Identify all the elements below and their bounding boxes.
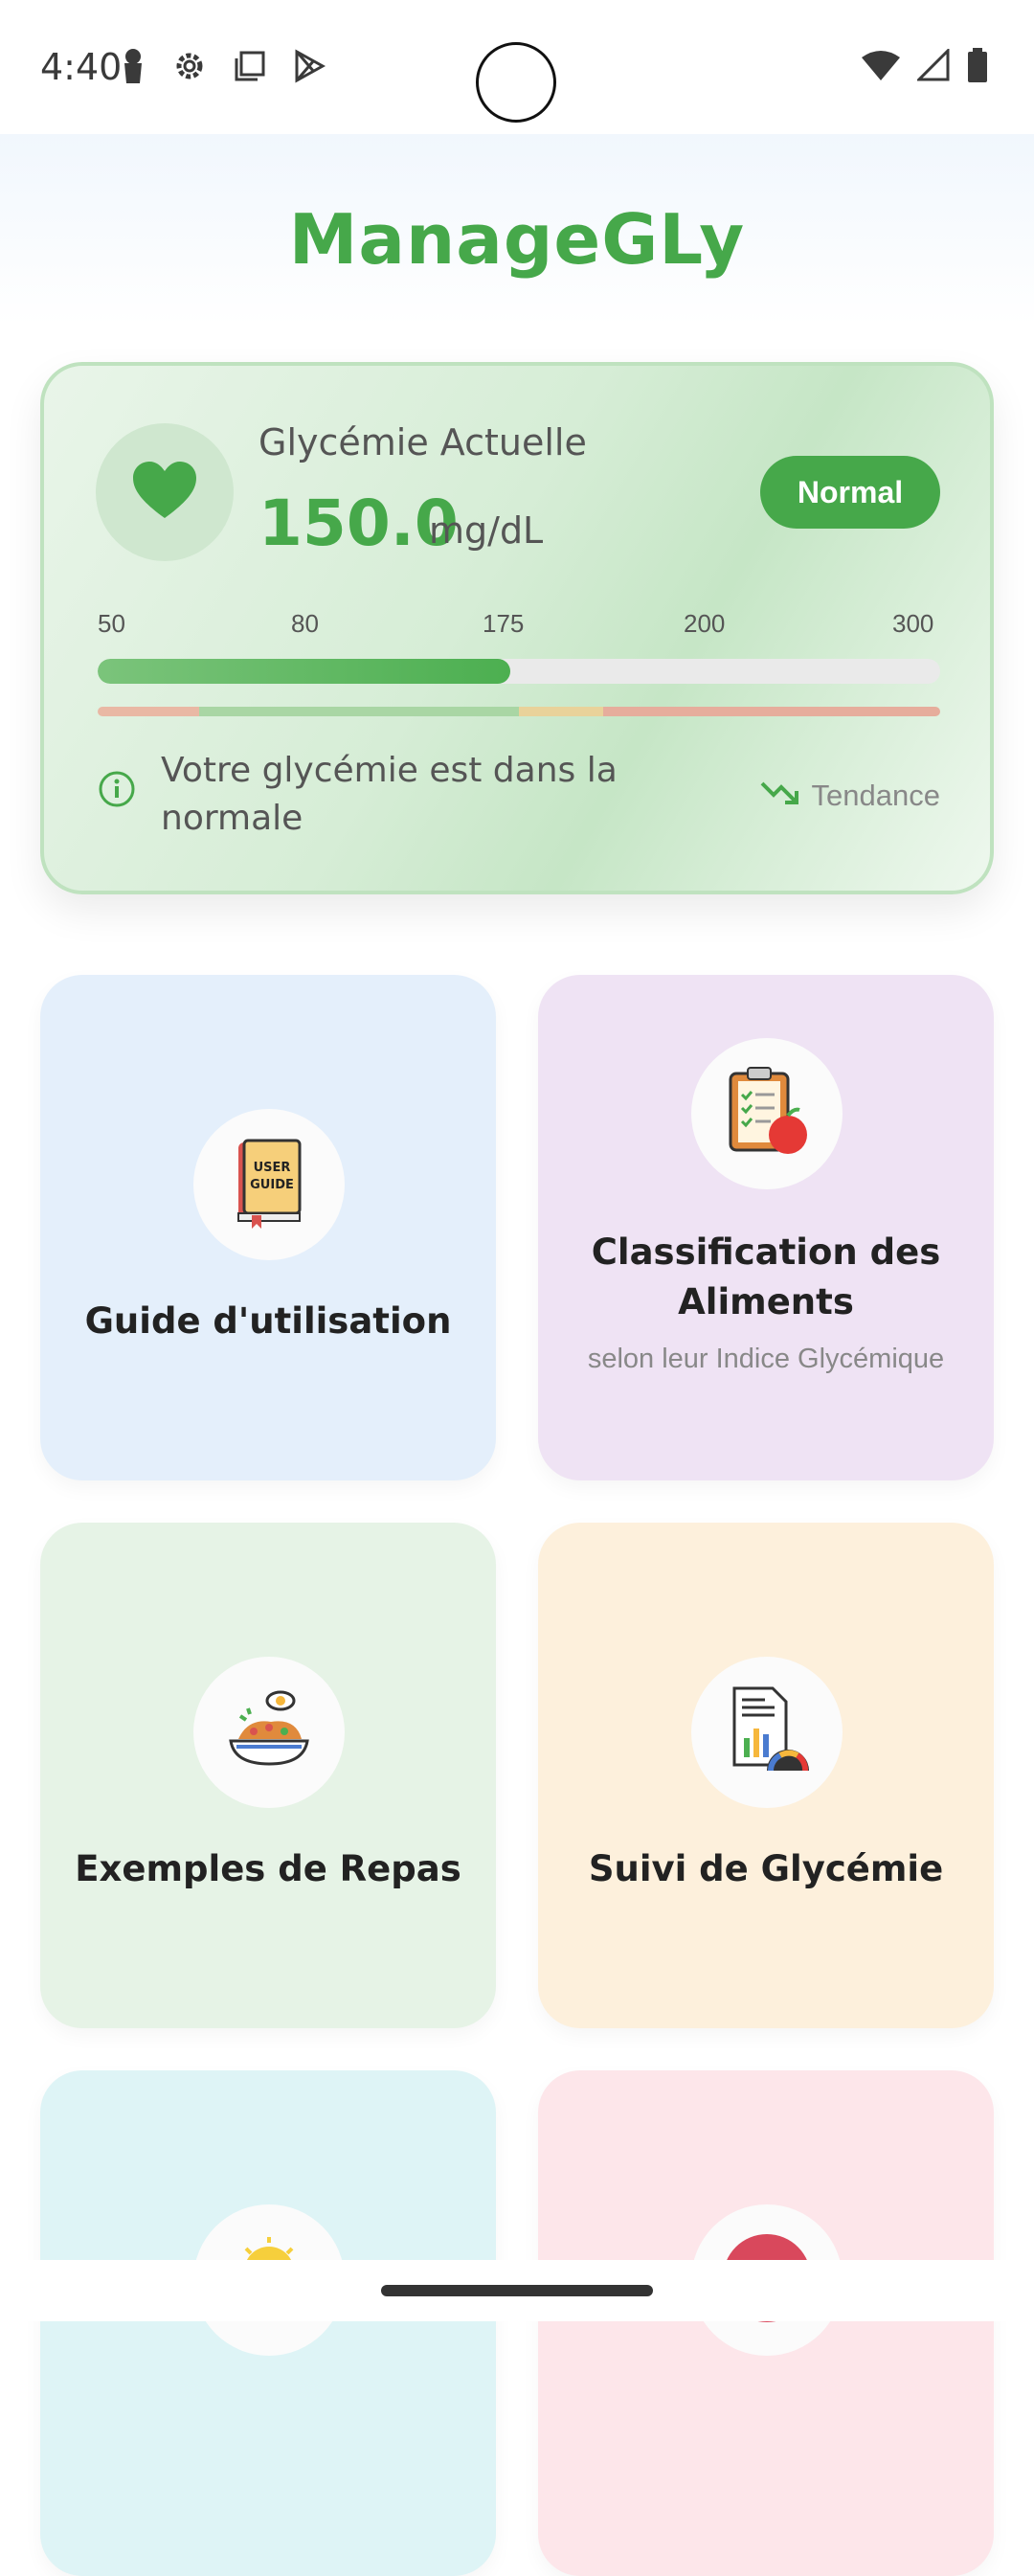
info-icon: [98, 770, 136, 813]
wifi-icon: [862, 50, 900, 85]
current-glycemia-card[interactable]: Glycémie Actuelle 150.0 mg/dL Normal 50 …: [40, 362, 994, 894]
tile-title: Exemples de Repas: [75, 1848, 461, 1889]
report-gauge-icon: [721, 1684, 813, 1781]
glycemia-progress-fill: [98, 659, 511, 684]
svg-text:GUIDE: GUIDE: [250, 1178, 294, 1192]
tile-icon-circle: USER GUIDE: [193, 1109, 345, 1260]
tile-food-classification[interactable]: Classification des Aliments selon leur I…: [538, 975, 994, 1480]
zone-indicator: [98, 707, 940, 716]
tile-subtitle: selon leur Indice Glycémique: [587, 1344, 945, 1374]
tile-alerts[interactable]: [538, 2070, 994, 2576]
zone-high: [602, 707, 940, 716]
scale-tick: 200: [684, 609, 726, 638]
trending-down-icon: [760, 778, 800, 814]
heart-icon: [131, 461, 198, 525]
scale-ticks: 50 80 175 200 300: [98, 609, 940, 647]
status-right-icons: [862, 47, 988, 87]
zone-normal: [198, 707, 519, 716]
tile-tips[interactable]: [40, 2070, 496, 2576]
status-left-icons: [121, 48, 326, 89]
scale-tick: 175: [483, 609, 525, 638]
user-guide-book-icon: USER GUIDE: [231, 1137, 307, 1233]
glycemia-message: Votre glycémie est dans la normale: [161, 751, 618, 838]
glycemia-progress-bar: [98, 659, 940, 684]
app-title: ManageGLy: [288, 199, 746, 280]
tile-user-guide[interactable]: USER GUIDE Guide d'utilisation: [40, 975, 496, 1480]
status-badge: Normal: [760, 456, 940, 529]
battery-icon: [967, 48, 988, 87]
clipboard-apple-icon: [721, 1064, 813, 1164]
status-time: 4:40: [40, 46, 123, 88]
svg-text:USER: USER: [254, 1161, 291, 1175]
scale-tick: 80: [291, 609, 319, 638]
trend-label: Tendance: [811, 779, 940, 812]
heart-badge: [96, 423, 234, 561]
home-gesture-handle[interactable]: [381, 2285, 653, 2296]
signal-icon: [915, 47, 950, 86]
tile-glycemia-tracking[interactable]: Suivi de Glycémie: [538, 1523, 994, 2028]
tile-meal-examples[interactable]: Exemples de Repas: [40, 1523, 496, 2028]
tile-icon-circle: [193, 1657, 345, 1808]
tile-icon-circle: [691, 1657, 843, 1808]
scale-tick: 50: [98, 609, 125, 638]
glycemia-unit: mg/dL: [429, 509, 544, 552]
lock-icon: [121, 48, 146, 89]
tile-title: Suivi de Glycémie: [588, 1848, 944, 1889]
window-icon: [234, 50, 266, 87]
zone-elevated: [518, 707, 603, 716]
tile-title: Classification des Aliments: [591, 1232, 941, 1322]
trend-indicator[interactable]: Tendance: [760, 778, 940, 814]
glycemia-label: Glycémie Actuelle: [258, 421, 587, 463]
meal-bowl-icon: [221, 1687, 317, 1778]
camera-cutout: [476, 42, 556, 123]
play-icon: [293, 49, 326, 88]
scale-tick: 300: [892, 609, 934, 638]
tile-title: Guide d'utilisation: [84, 1300, 452, 1342]
zone-low: [98, 707, 199, 716]
status-bar: 4:40: [0, 0, 1034, 134]
tile-icon-circle: [691, 1038, 843, 1189]
gear-icon: [172, 49, 207, 88]
